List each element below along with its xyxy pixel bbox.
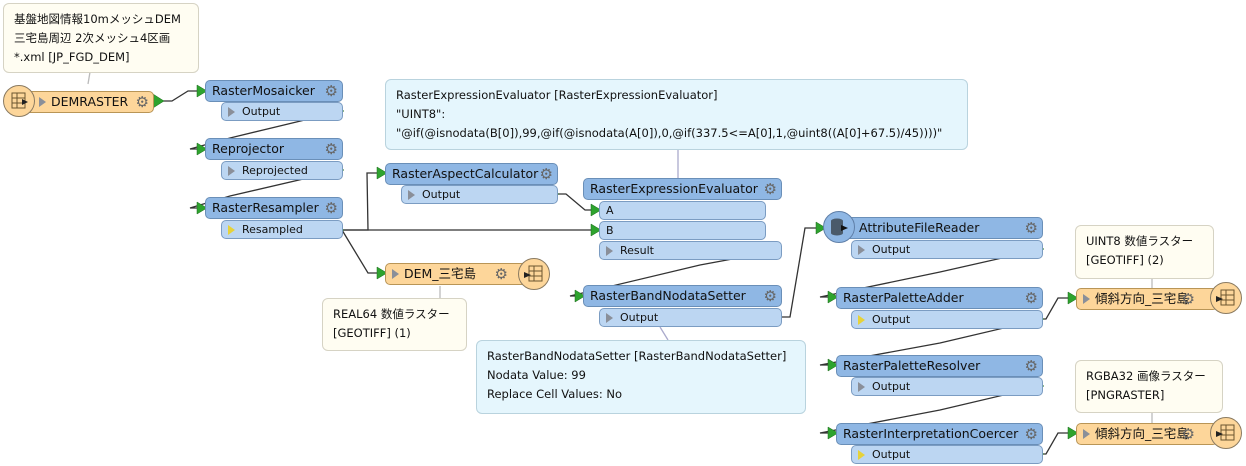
gear-icon[interactable]: ⚙ <box>1182 426 1195 442</box>
expand-icon[interactable] <box>39 97 46 107</box>
port-triangle-icon <box>228 107 235 117</box>
writer-table-icon <box>1210 417 1242 449</box>
transformer-label: RasterAspectCalculator <box>392 166 539 181</box>
output-port[interactable]: Output <box>851 377 1043 396</box>
output-port[interactable]: Resampled <box>221 220 343 239</box>
output-port[interactable]: Reprojected <box>221 161 343 180</box>
writer-table-icon <box>1210 282 1242 314</box>
transformer-raster-mosaicker[interactable]: RasterMosaicker ⚙ <box>205 80 343 102</box>
port-triangle-icon <box>858 382 865 392</box>
transformer-raster-palette-resolver[interactable]: RasterPaletteResolver ⚙ <box>836 355 1043 377</box>
port-label: Output <box>242 105 281 118</box>
database-icon <box>823 211 855 243</box>
port-label: A <box>606 204 614 217</box>
transformer-label: AttributeFileReader <box>859 220 980 235</box>
port-triangle-icon <box>228 225 235 235</box>
port-label: Output <box>422 188 461 201</box>
port-label: Output <box>620 311 659 324</box>
output-port[interactable]: Result <box>599 241 782 260</box>
input-port-b[interactable]: B <box>599 221 766 240</box>
port-label: Output <box>872 380 911 393</box>
gear-icon[interactable]: ⚙ <box>325 200 338 216</box>
gear-icon[interactable]: ⚙ <box>495 266 508 282</box>
port-triangle-icon <box>858 315 865 325</box>
writer-feature-type-aspect-geotiff[interactable]: 傾斜方向_三宅島 ⚙ <box>1076 288 1218 310</box>
port-triangle-icon <box>228 166 235 176</box>
port-label: Reprojected <box>242 164 308 177</box>
port-label: Output <box>872 448 911 461</box>
transformer-raster-band-nodata-setter[interactable]: RasterBandNodataSetter ⚙ <box>583 285 782 307</box>
gear-icon[interactable]: ⚙ <box>325 141 338 157</box>
reader-label: DEMRASTER <box>51 94 129 109</box>
writer-label: 傾斜方向_三宅島 <box>1095 291 1189 306</box>
writer-feature-type-aspect-png[interactable]: 傾斜方向_三宅島 ⚙ <box>1076 423 1218 445</box>
transformer-raster-resampler[interactable]: RasterResampler ⚙ <box>205 197 343 219</box>
port-triangle-icon <box>858 450 865 460</box>
reader-feature-type-demraster[interactable]: DEMRASTER ⚙ <box>22 91 154 113</box>
output-port[interactable]: Output <box>221 102 343 121</box>
port-triangle-icon <box>606 246 613 256</box>
writer-label: DEM_三宅島 <box>404 266 477 281</box>
annotation-geotiff-writer[interactable]: UINT8 数値ラスター [GEOTIFF] (2) <box>1075 225 1214 279</box>
port-label: Output <box>872 313 911 326</box>
gear-icon[interactable]: ⚙ <box>764 288 777 304</box>
output-port[interactable]: Output <box>401 185 558 204</box>
transformer-label: RasterPaletteResolver <box>843 358 981 373</box>
port-triangle-icon <box>408 190 415 200</box>
port-triangle-icon <box>606 313 613 323</box>
gear-icon[interactable]: ⚙ <box>325 83 338 99</box>
transformer-raster-expression-evaluator[interactable]: RasterExpressionEvaluator ⚙ <box>583 178 782 200</box>
annotation-dem-writer[interactable]: REAL64 数値ラスター [GEOTIFF] (1) <box>322 298 467 351</box>
transformer-label: Reprojector <box>212 141 284 156</box>
transformer-label: RasterInterpretationCoercer <box>843 426 1019 441</box>
gear-icon[interactable]: ⚙ <box>136 94 149 110</box>
output-port[interactable]: Output <box>851 240 1043 259</box>
transformer-label: RasterPaletteAdder <box>843 290 964 305</box>
port-triangle-icon <box>858 245 865 255</box>
gear-icon[interactable]: ⚙ <box>540 166 553 182</box>
writer-feature-type-dem[interactable]: DEM_三宅島 ⚙ <box>385 263 527 285</box>
port-label: Resampled <box>242 223 303 236</box>
gear-icon[interactable]: ⚙ <box>764 181 777 197</box>
gear-icon[interactable]: ⚙ <box>1182 291 1195 307</box>
expand-icon[interactable] <box>392 269 399 279</box>
transformer-label: RasterMosaicker <box>212 83 315 98</box>
transformer-raster-aspect-calculator[interactable]: RasterAspectCalculator ⚙ <box>385 163 558 185</box>
transformer-raster-interpretation-coercer[interactable]: RasterInterpretationCoercer ⚙ <box>836 423 1043 445</box>
gear-icon[interactable]: ⚙ <box>1025 426 1038 442</box>
annotation-png-writer[interactable]: RGBA32 画像ラスター [PNGRASTER] <box>1075 360 1223 413</box>
transformer-raster-palette-adder[interactable]: RasterPaletteAdder ⚙ <box>836 287 1043 309</box>
output-port[interactable]: Output <box>851 310 1043 329</box>
port-label: B <box>606 224 614 237</box>
transformer-label: RasterExpressionEvaluator <box>590 181 758 196</box>
writer-label: 傾斜方向_三宅島 <box>1095 426 1189 441</box>
reader-table-icon <box>3 85 35 117</box>
transformer-label: RasterResampler <box>212 200 319 215</box>
annotation-expression-evaluator[interactable]: RasterExpressionEvaluator [RasterExpress… <box>385 79 968 150</box>
gear-icon[interactable]: ⚙ <box>1025 220 1038 236</box>
port-label: Result <box>620 244 654 257</box>
transformer-reprojector[interactable]: Reprojector ⚙ <box>205 138 343 160</box>
annotation-source[interactable]: 基盤地図情報10mメッシュDEM 三宅島周辺 2次メッシュ4区画 *.xml [… <box>3 3 199 73</box>
output-port[interactable]: Output <box>851 445 1043 464</box>
gear-icon[interactable]: ⚙ <box>1025 290 1038 306</box>
transformer-label: RasterBandNodataSetter <box>590 288 746 303</box>
input-port-a[interactable]: A <box>599 201 766 220</box>
port-label: Output <box>872 243 911 256</box>
expand-icon[interactable] <box>1083 294 1090 304</box>
output-port[interactable]: Output <box>599 308 782 327</box>
transformer-attribute-file-reader[interactable]: AttributeFileReader ⚙ <box>840 217 1043 239</box>
gear-icon[interactable]: ⚙ <box>1025 358 1038 374</box>
expand-icon[interactable] <box>1083 429 1090 439</box>
annotation-nodata-setter[interactable]: RasterBandNodataSetter [RasterBandNodata… <box>476 340 806 414</box>
writer-table-icon <box>518 258 550 290</box>
